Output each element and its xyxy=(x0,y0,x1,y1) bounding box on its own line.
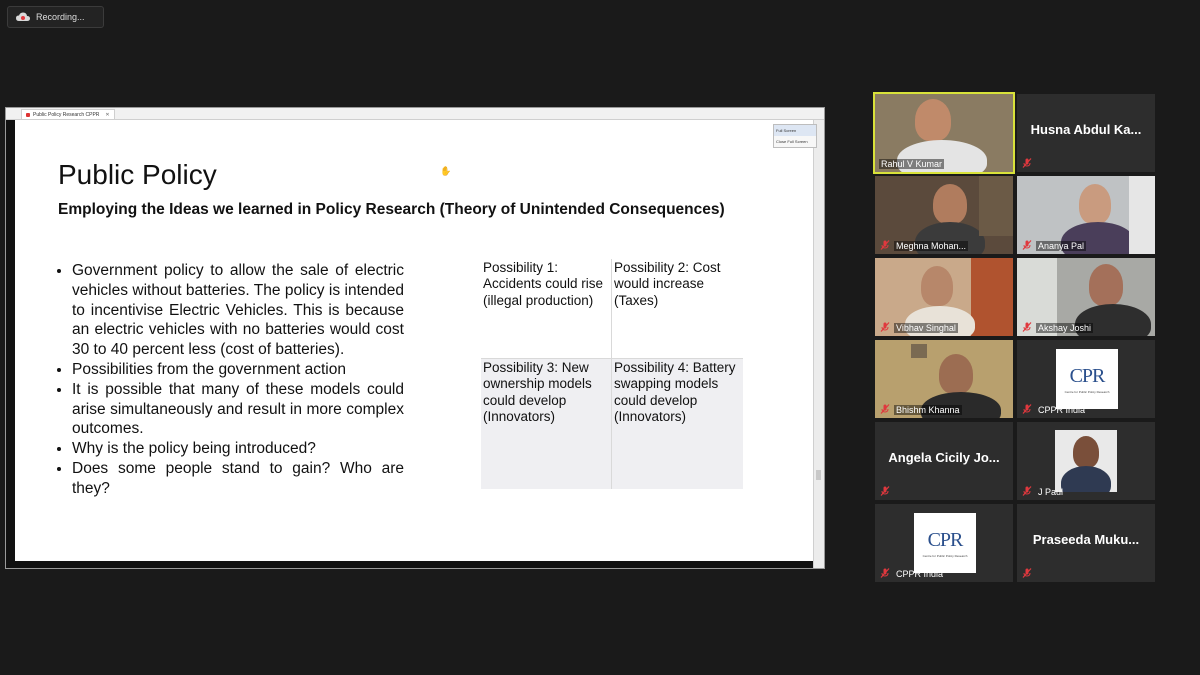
window-background xyxy=(1129,176,1155,254)
mic-muted-icon xyxy=(1022,568,1032,578)
mic-muted-icon xyxy=(1022,322,1032,332)
participant-tile[interactable]: Ananya Pal xyxy=(1017,176,1155,254)
participant-name: J Paul xyxy=(1038,487,1064,497)
recording-indicator[interactable]: Recording... xyxy=(7,6,104,28)
participant-tile[interactable]: Bhishm Khanna xyxy=(875,340,1013,418)
participant-name: Bhishm Khanna xyxy=(894,405,962,415)
cppr-logo: CPR Centre for Public Policy Research xyxy=(914,513,976,573)
profile-photo xyxy=(1055,430,1117,492)
participant-video xyxy=(939,354,973,394)
profile-photo-face xyxy=(1073,436,1099,468)
close-icon[interactable]: ✕ xyxy=(105,112,109,118)
mic-muted-icon xyxy=(1022,158,1032,168)
fullscreen-menu: Full Screen Close Full Screen xyxy=(773,124,817,148)
participant-name: CPPR India xyxy=(1038,405,1086,415)
mic-muted-icon xyxy=(880,568,890,578)
mic-muted-icon xyxy=(1022,240,1032,250)
recording-label: Recording... xyxy=(36,12,85,22)
bullet-item: It is possible that many of these models… xyxy=(72,380,404,439)
participant-video xyxy=(933,184,967,224)
logo-text: CPR xyxy=(1069,364,1106,387)
full-screen-option[interactable]: Full Screen xyxy=(774,125,816,136)
mic-muted-icon xyxy=(880,322,890,332)
possibility-cell: Possibility 1: Accidents could rise (ill… xyxy=(481,259,611,358)
participant-name: Vibhav Singhal xyxy=(894,323,958,333)
participant-name: Meghna Mohan... xyxy=(894,241,969,251)
possibility-cell: Possibility 3: New ownership models coul… xyxy=(481,359,611,489)
browser-tab-label: Public Policy Research CPPR xyxy=(33,111,100,118)
logo-subtitle: Centre for Public Policy Research xyxy=(922,553,968,558)
participant-name: Angela Cicily Jo... xyxy=(888,450,1000,465)
cloud-record-icon xyxy=(16,12,30,21)
participant-tile[interactable]: Rahul V Kumar xyxy=(873,92,1015,174)
presentation-bottom-border xyxy=(15,561,815,568)
participant-tile[interactable]: J Paul xyxy=(1017,422,1155,500)
possibility-cell: Possibility 2: Cost would increase (Taxe… xyxy=(612,259,743,358)
profile-photo-suit xyxy=(1061,466,1111,492)
participant-tile[interactable]: Angela Cicily Jo... xyxy=(875,422,1013,500)
participant-tile[interactable]: CPR Centre for Public Policy Research CP… xyxy=(875,504,1013,582)
participant-name: Praseeda Muku... xyxy=(1032,532,1140,547)
possibilities-table: Possibility 1: Accidents could rise (ill… xyxy=(481,259,743,489)
mic-muted-icon xyxy=(1022,404,1032,414)
scrollbar-thumb[interactable] xyxy=(816,470,821,480)
possibility-cell: Possibility 4: Battery swapping models c… xyxy=(612,359,743,489)
logo-subtitle: Centre for Public Policy Research xyxy=(1064,389,1110,394)
presentation-left-border xyxy=(6,120,15,568)
participant-name: Rahul V Kumar xyxy=(879,159,945,169)
participant-tile[interactable]: Husna Abdul Ka... xyxy=(1017,94,1155,172)
curtain-background xyxy=(971,258,1013,336)
mic-muted-icon xyxy=(880,404,890,414)
bullet-item: Why is the policy being introduced? xyxy=(72,439,404,459)
mic-muted-icon xyxy=(1022,486,1032,496)
bullet-list: Government policy to allow the sale of e… xyxy=(56,261,404,499)
wall-frame xyxy=(911,344,927,358)
participant-name: CPPR India xyxy=(896,569,944,579)
participant-video xyxy=(915,99,951,141)
participant-tile[interactable]: Praseeda Muku... xyxy=(1017,504,1155,582)
bullet-item: Does some people stand to gain? Who are … xyxy=(72,459,404,499)
slide-title: Public Policy xyxy=(58,159,217,190)
logo-text: CPR xyxy=(927,528,964,551)
participant-name: Husna Abdul Ka... xyxy=(1030,122,1142,137)
bullet-item: Government policy to allow the sale of e… xyxy=(72,261,404,360)
hand-cursor-icon: ✋ xyxy=(440,166,452,176)
browser-tab-bar: Public Policy Research CPPR ✕ xyxy=(6,108,824,120)
bullet-item: Possibilities from the government action xyxy=(72,360,404,380)
shared-screen: Public Policy Research CPPR ✕ Full Scree… xyxy=(5,107,825,569)
mic-muted-icon xyxy=(880,486,890,496)
bookshelf-background xyxy=(979,176,1013,236)
participant-tile[interactable]: Akshay Joshi xyxy=(1017,258,1155,336)
pdf-icon xyxy=(26,112,30,117)
slide-subtitle: Employing the Ideas we learned in Policy… xyxy=(58,201,725,218)
close-full-screen-option[interactable]: Close Full Screen xyxy=(774,136,816,147)
participant-tile[interactable]: Meghna Mohan... xyxy=(875,176,1013,254)
participant-name: Akshay Joshi xyxy=(1036,323,1094,333)
mic-muted-icon xyxy=(880,240,890,250)
participant-video xyxy=(1089,264,1123,306)
participant-name: Ananya Pal xyxy=(1036,241,1087,251)
scrollbar[interactable] xyxy=(813,120,824,568)
participant-tile[interactable]: Vibhav Singhal xyxy=(875,258,1013,336)
participant-video xyxy=(921,266,953,306)
participant-tile[interactable]: CPR Centre for Public Policy Research CP… xyxy=(1017,340,1155,418)
participant-video xyxy=(1079,184,1111,224)
cppr-logo: CPR Centre for Public Policy Research xyxy=(1056,349,1118,409)
browser-tab[interactable]: Public Policy Research CPPR ✕ xyxy=(21,109,115,119)
